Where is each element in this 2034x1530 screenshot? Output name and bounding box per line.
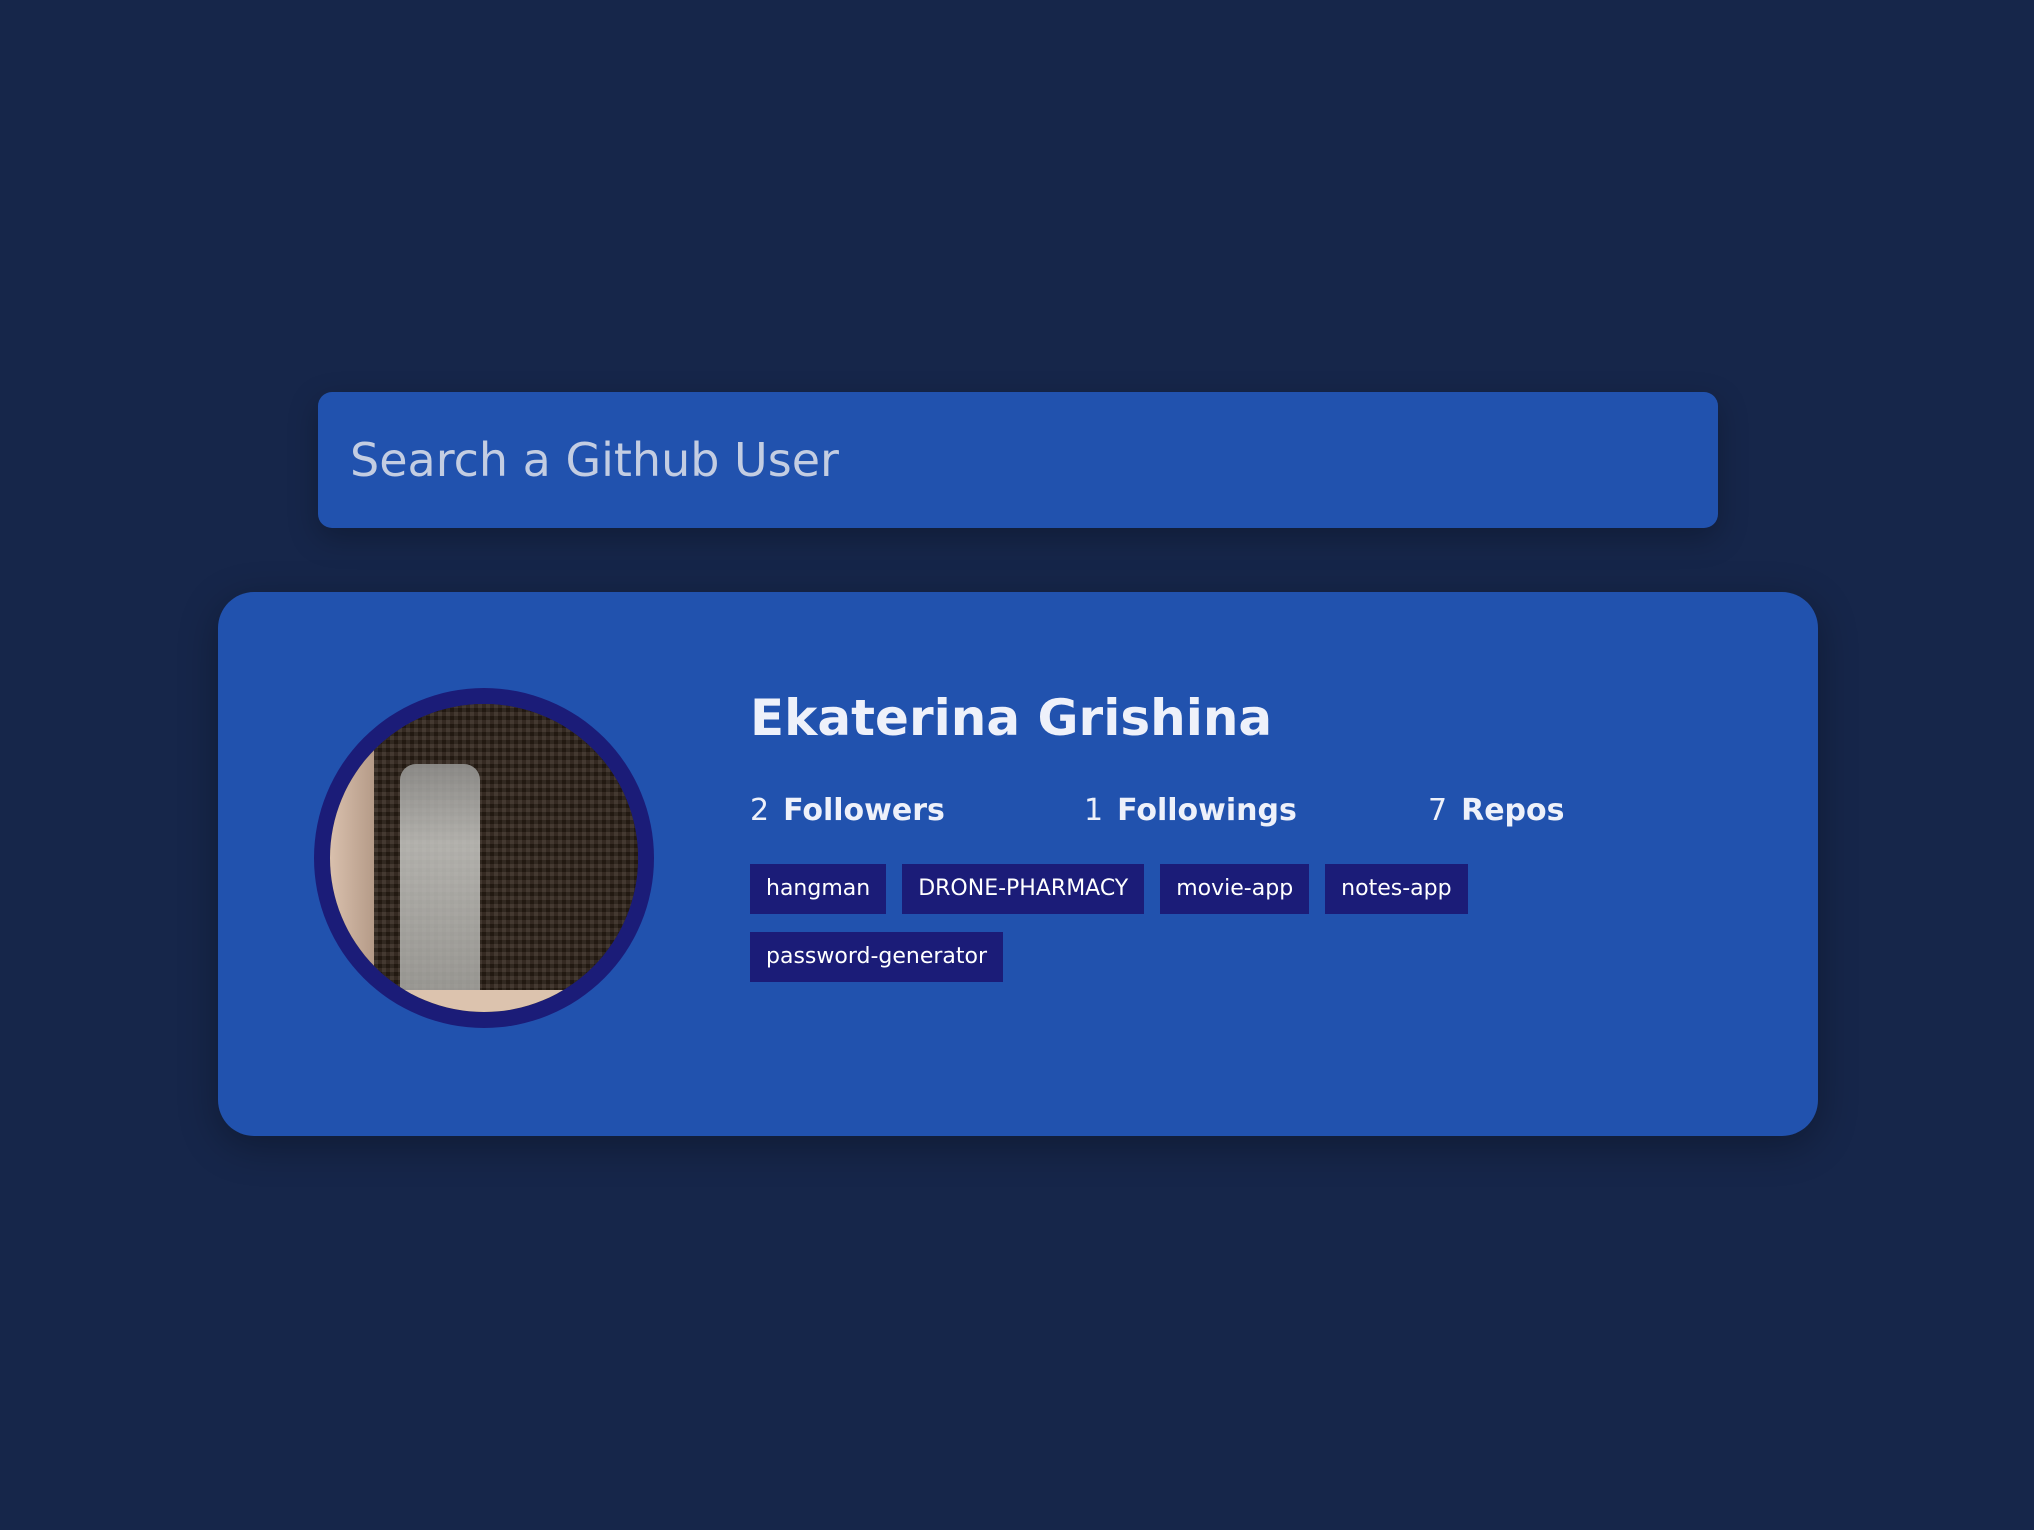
followings-label: Followings — [1117, 792, 1297, 828]
search-input[interactable] — [318, 392, 1718, 528]
repos-count: 7 — [1428, 792, 1448, 828]
followers-stat: 2 Followers — [750, 793, 1084, 828]
followings-count: 1 — [1084, 792, 1104, 828]
avatar-image — [330, 704, 638, 1012]
repo-link-password-generator[interactable]: password-generator — [750, 932, 1004, 982]
user-stats: 2 Followers 1 Followings 7 Repos — [750, 786, 1750, 834]
user-info: Ekaterina Grishina 2 Followers 1 Following… — [750, 688, 1750, 1000]
repo-link-movie-app[interactable]: movie-app — [1160, 864, 1310, 914]
repo-link-drone-pharmacy[interactable]: DRONE-PHARMACY — [902, 864, 1145, 914]
user-card: Ekaterina Grishina 2 Followers 1 Following… — [218, 592, 1818, 1136]
repo-link-notes-app[interactable]: notes-app — [1325, 864, 1468, 914]
avatar — [314, 688, 654, 1028]
user-name: Ekaterina Grishina — [750, 689, 1273, 747]
repo-link-hangman[interactable]: hangman — [750, 864, 887, 914]
followings-stat: 1 Followings — [1084, 793, 1428, 828]
followers-label: Followers — [783, 792, 945, 828]
followers-count: 2 — [750, 792, 770, 828]
repos-label: Repos — [1461, 792, 1565, 828]
repos-stat: 7 Repos — [1428, 793, 1564, 828]
repo-list: hangman DRONE-PHARMACY movie-app notes-a… — [750, 864, 1550, 1000]
search-form — [318, 392, 1718, 528]
